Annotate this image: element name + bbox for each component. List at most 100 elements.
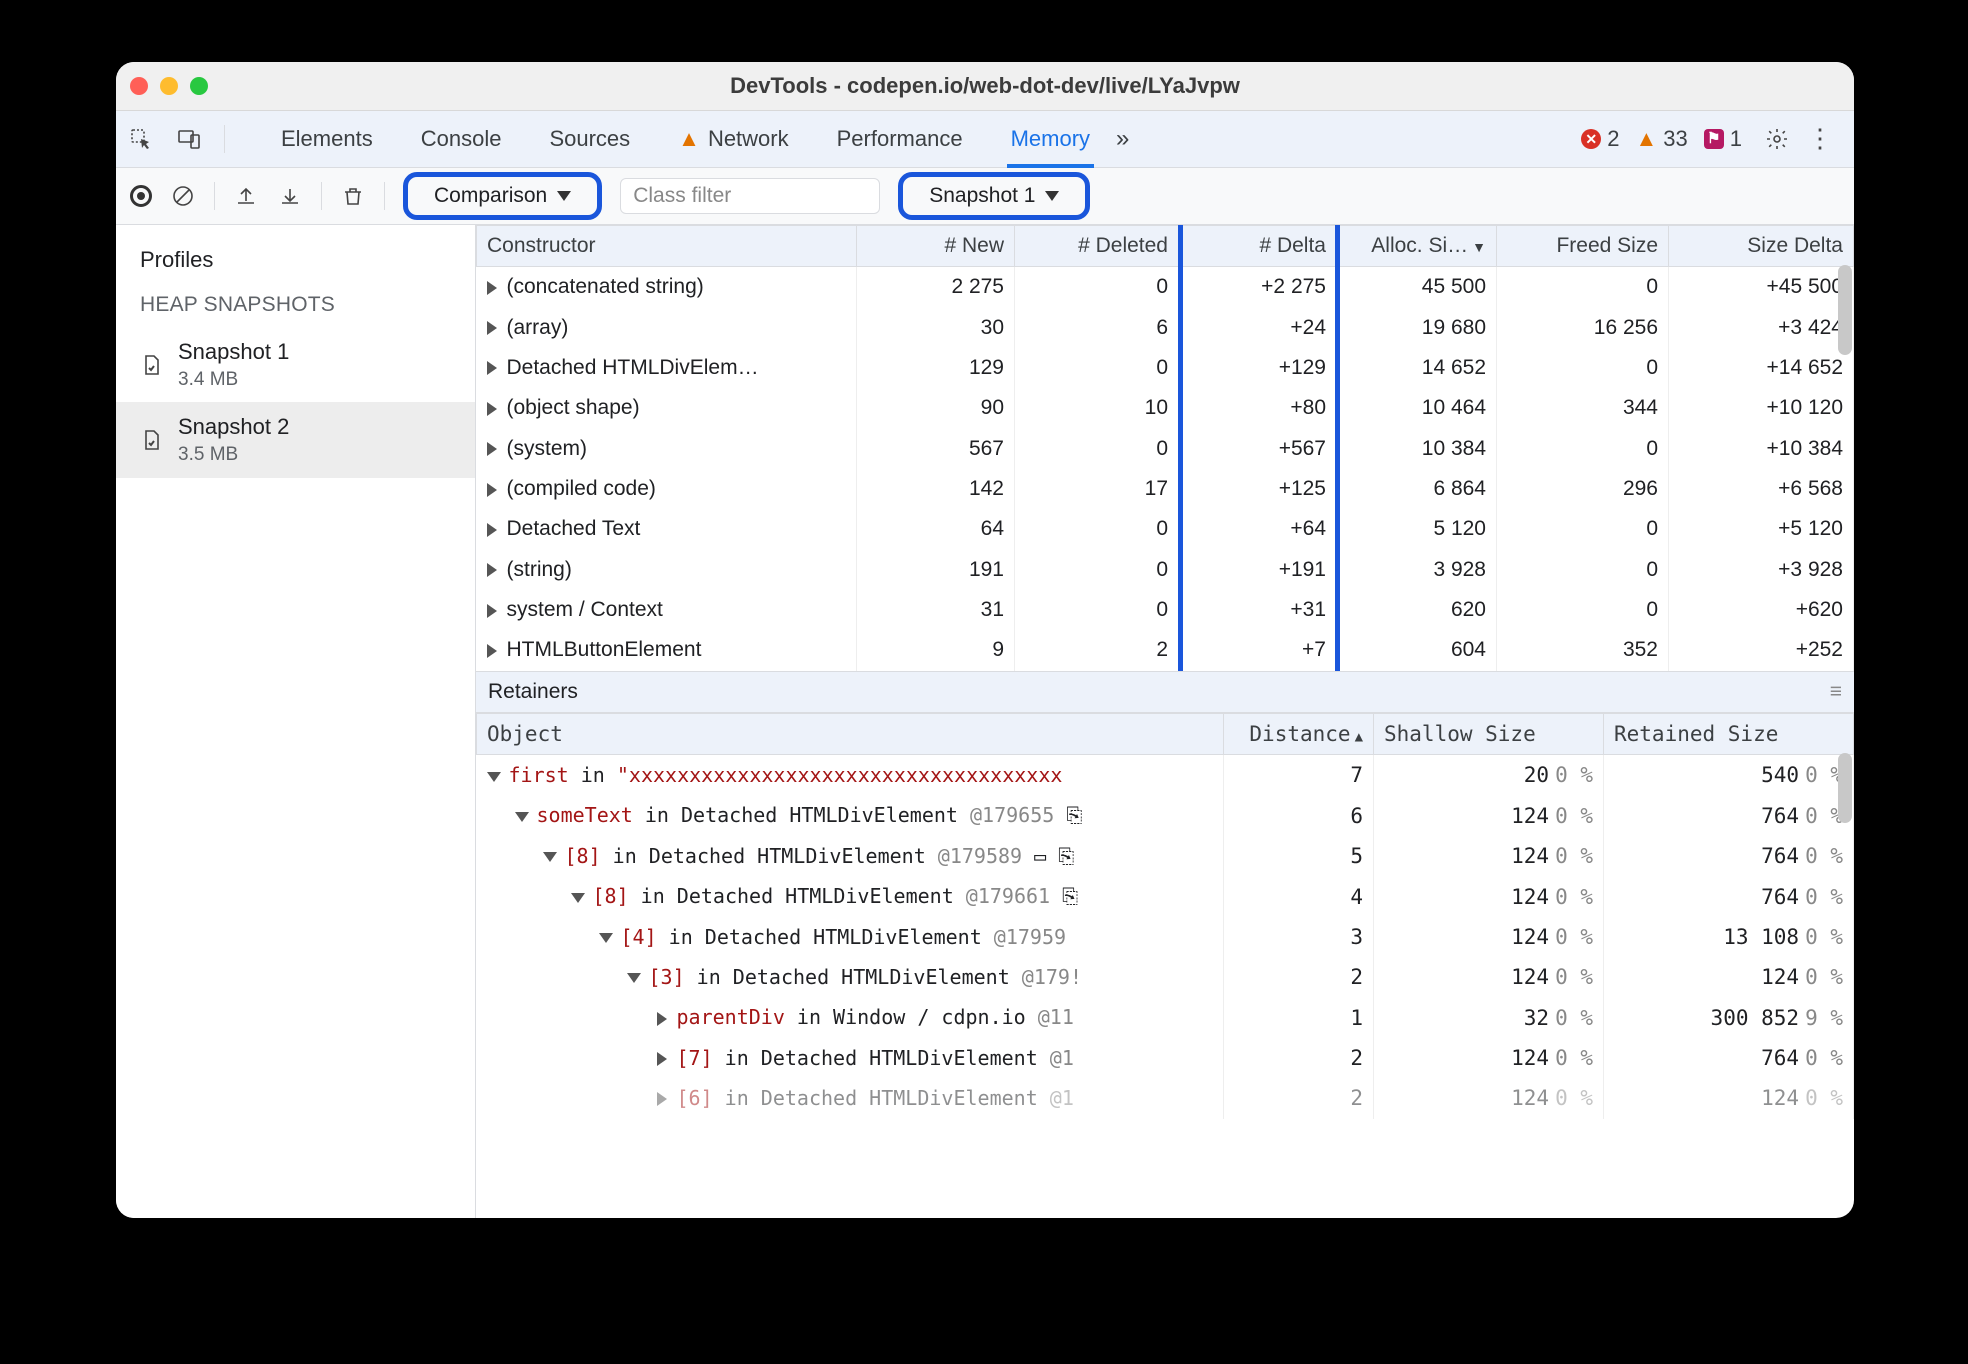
col-deleted[interactable]: # Deleted xyxy=(1015,226,1179,267)
retainer-row[interactable]: [7] in Detached HTMLDivElement @1 2 1240… xyxy=(477,1038,1854,1078)
tab-sources[interactable]: Sources xyxy=(545,111,634,168)
table-row[interactable]: (string) 1910+191 3 9280+3 928 xyxy=(477,550,1854,590)
devtools-window: DevTools - codepen.io/web-dot-dev/live/L… xyxy=(116,62,1854,1218)
table-row[interactable]: (compiled code) 14217+125 6 864296+6 568 xyxy=(477,469,1854,509)
col-alloc[interactable]: Alloc. Si…▼ xyxy=(1337,226,1497,267)
expand-icon[interactable] xyxy=(627,973,641,983)
view-select-label: Comparison xyxy=(434,182,547,210)
expand-icon[interactable] xyxy=(487,604,497,618)
status-chips: ✕2 ▲33 ⚑1 ⋮ xyxy=(1581,124,1832,154)
load-profile-button[interactable] xyxy=(233,183,259,209)
table-row[interactable]: Detached HTMLDivElem… 1290+129 14 6520+1… xyxy=(477,348,1854,388)
heap-snapshot-icon xyxy=(138,427,164,453)
tab-console[interactable]: Console xyxy=(417,111,506,168)
retainers-menu-icon[interactable]: ≡ xyxy=(1830,678,1842,706)
col-size-delta[interactable]: Size Delta xyxy=(1669,226,1854,267)
device-toggle-icon[interactable] xyxy=(176,126,202,152)
col-constructor[interactable]: Constructor xyxy=(477,226,857,267)
comparison-table-wrap: Constructor # New # Deleted # Delta Allo… xyxy=(476,225,1854,671)
expand-icon[interactable] xyxy=(487,361,497,375)
baseline-select-highlight: Snapshot 1 xyxy=(898,172,1090,220)
expand-icon[interactable] xyxy=(487,563,497,577)
snapshot-item[interactable]: Snapshot 13.4 MB xyxy=(116,327,475,402)
table-row[interactable]: (object shape) 9010+80 10 464344+10 120 xyxy=(477,388,1854,428)
save-profile-button[interactable] xyxy=(277,183,303,209)
retainer-row[interactable]: parentDiv in Window / cdpn.io @11 1 320 … xyxy=(477,998,1854,1038)
expand-icon[interactable] xyxy=(571,893,585,903)
ret-col-distance[interactable]: Distance▲ xyxy=(1224,714,1374,755)
more-tabs-button[interactable]: » xyxy=(1116,123,1129,155)
retainer-row[interactable]: someText in Detached HTMLDivElement @179… xyxy=(477,796,1854,836)
warning-icon: ▲ xyxy=(1635,124,1657,154)
heap-snapshot-icon xyxy=(138,352,164,378)
expand-icon[interactable] xyxy=(487,442,497,456)
error-icon: ✕ xyxy=(1581,129,1601,149)
memory-toolbar: Comparison Class filter Snapshot 1 xyxy=(116,168,1854,225)
record-button[interactable] xyxy=(130,185,152,207)
gc-button[interactable] xyxy=(340,183,366,209)
expand-icon[interactable] xyxy=(487,523,497,537)
devtools-tabbar: Elements Console Sources ▲Network Performanc… xyxy=(116,111,1854,168)
retainer-row[interactable]: [8] in Detached HTMLDivElement @179661 ⎘… xyxy=(477,877,1854,917)
issue-icon: ⚑ xyxy=(1704,129,1724,149)
view-select[interactable]: Comparison xyxy=(420,178,585,214)
expand-icon[interactable] xyxy=(487,772,501,782)
col-delta[interactable]: # Delta xyxy=(1179,226,1337,267)
warning-icon: ▲ xyxy=(678,124,700,154)
baseline-select-label: Snapshot 1 xyxy=(929,182,1035,210)
snapshot-item[interactable]: Snapshot 23.5 MB xyxy=(116,402,475,477)
clear-button[interactable] xyxy=(170,183,196,209)
retainers-header: Retainers ≡ xyxy=(476,671,1854,713)
table-row[interactable]: HTMLButtonElement 92+7 604352+252 xyxy=(477,630,1854,670)
expand-icon[interactable] xyxy=(657,1092,667,1106)
retainer-row[interactable]: first in "xxxxxxxxxxxxxxxxxxxxxxxxxxxxxx… xyxy=(477,755,1854,796)
profiles-sidebar: Profiles HEAP SNAPSHOTS Snapshot 13.4 MB… xyxy=(116,225,476,1218)
expand-icon[interactable] xyxy=(543,852,557,862)
table-row[interactable]: (system) 5670+567 10 3840+10 384 xyxy=(477,429,1854,469)
gear-icon[interactable] xyxy=(1764,126,1790,152)
table-row[interactable]: system / Context 310+31 6200+620 xyxy=(477,590,1854,630)
ret-col-retained[interactable]: Retained Size xyxy=(1604,714,1854,755)
class-filter-placeholder: Class filter xyxy=(633,182,731,210)
macos-titlebar: DevTools - codepen.io/web-dot-dev/live/L… xyxy=(116,62,1854,111)
tab-elements[interactable]: Elements xyxy=(277,111,377,168)
col-freed[interactable]: Freed Size xyxy=(1497,226,1669,267)
expand-icon[interactable] xyxy=(487,281,497,295)
scrollbar[interactable] xyxy=(1838,265,1852,355)
kebab-menu-icon[interactable]: ⋮ xyxy=(1806,126,1832,152)
comparison-table: Constructor # New # Deleted # Delta Allo… xyxy=(476,225,1854,671)
window-title: DevTools - codepen.io/web-dot-dev/live/L… xyxy=(116,71,1854,101)
tab-network[interactable]: ▲Network xyxy=(674,111,792,168)
table-row[interactable]: (array) 306+24 19 68016 256+3 424 xyxy=(477,308,1854,348)
expand-icon[interactable] xyxy=(487,483,497,497)
expand-icon[interactable] xyxy=(487,321,497,335)
ret-col-object[interactable]: Object xyxy=(477,714,1224,755)
expand-icon[interactable] xyxy=(599,933,613,943)
errors-chip[interactable]: ✕2 xyxy=(1581,124,1619,154)
class-filter-input[interactable]: Class filter xyxy=(620,178,880,214)
retainers-table: Object Distance▲ Shallow Size Retained S… xyxy=(476,713,1854,1118)
view-select-highlight: Comparison xyxy=(403,172,602,220)
tab-performance[interactable]: Performance xyxy=(833,111,967,168)
sidebar-section: HEAP SNAPSHOTS xyxy=(116,283,475,327)
retainer-row[interactable]: [3] in Detached HTMLDivElement @179! 2 1… xyxy=(477,957,1854,997)
expand-icon[interactable] xyxy=(657,1012,667,1026)
inspect-icon[interactable] xyxy=(128,126,154,152)
sidebar-title: Profiles xyxy=(116,225,475,283)
expand-icon[interactable] xyxy=(487,644,497,658)
issues-chip[interactable]: ⚑1 xyxy=(1704,124,1742,154)
expand-icon[interactable] xyxy=(487,402,497,416)
expand-icon[interactable] xyxy=(515,812,529,822)
warnings-chip[interactable]: ▲33 xyxy=(1635,124,1687,154)
ret-col-shallow[interactable]: Shallow Size xyxy=(1374,714,1604,755)
table-row[interactable]: (concatenated string) 2 2750+2 275 45 50… xyxy=(477,267,1854,308)
retainer-row[interactable]: [4] in Detached HTMLDivElement @17959 3 … xyxy=(477,917,1854,957)
expand-icon[interactable] xyxy=(657,1052,667,1066)
baseline-select[interactable]: Snapshot 1 xyxy=(915,178,1073,214)
retainer-row[interactable]: [6] in Detached HTMLDivElement @1 2 1240… xyxy=(477,1078,1854,1118)
col-new[interactable]: # New xyxy=(857,226,1015,267)
tab-memory[interactable]: Memory xyxy=(1007,111,1094,168)
table-row[interactable]: Detached Text 640+64 5 1200+5 120 xyxy=(477,509,1854,549)
retainer-row[interactable]: [8] in Detached HTMLDivElement @179589 ▭… xyxy=(477,836,1854,876)
scrollbar[interactable] xyxy=(1838,753,1852,823)
